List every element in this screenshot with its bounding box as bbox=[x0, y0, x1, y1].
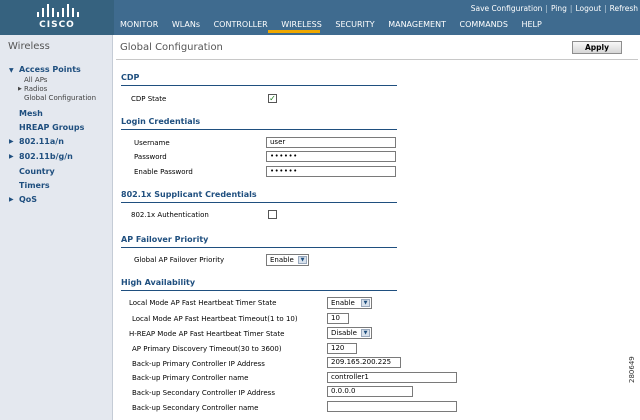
failover-priority-value: Enable bbox=[270, 256, 294, 264]
ping-link[interactable]: Ping bbox=[551, 4, 567, 13]
nav-controller[interactable]: CONTROLLER bbox=[214, 20, 268, 29]
section-high-availability: High Availability bbox=[121, 278, 196, 287]
hreap-timer-state-label: H-REAP Mode AP Fast Heartbeat Timer Stat… bbox=[129, 330, 285, 338]
local-mode-timeout-label: Local Mode AP Fast Heartbeat Timeout(1 t… bbox=[132, 315, 298, 323]
section-divider bbox=[121, 290, 397, 291]
hreap-timer-state-value: Disable bbox=[331, 329, 357, 337]
sidebar-item-hreap-groups[interactable]: HREAP Groups bbox=[19, 123, 84, 132]
collapsed-arrow-icon[interactable]: ▶ bbox=[9, 153, 14, 160]
figure-id-watermark: 280649 bbox=[628, 356, 636, 383]
sidebar-item-all-aps[interactable]: All APs bbox=[24, 76, 47, 84]
main-nav: MONITOR WLANs CONTROLLER WIRELESS SECURI… bbox=[120, 20, 553, 29]
sidebar-item-country[interactable]: Country bbox=[19, 167, 55, 176]
chevron-down-icon: ▼ bbox=[298, 256, 307, 264]
sidebar: Wireless ▼ Access Points All APs ▶ Radio… bbox=[0, 35, 113, 420]
primary-ip-label: Back-up Primary Controller IP Address bbox=[132, 360, 265, 368]
local-mode-timer-state-value: Enable bbox=[331, 299, 355, 307]
nav-management[interactable]: MANAGEMENT bbox=[388, 20, 446, 29]
primary-name-label: Back-up Primary Controller name bbox=[132, 374, 249, 382]
sidebar-item-radios[interactable]: Radios bbox=[24, 85, 47, 93]
8021x-authentication-label: 802.1x Authentication bbox=[131, 211, 209, 219]
primary-name-input[interactable]: controller1 bbox=[327, 372, 457, 383]
local-mode-timer-state-label: Local Mode AP Fast Heartbeat Timer State bbox=[129, 299, 277, 307]
nav-help[interactable]: HELP bbox=[521, 20, 541, 29]
cisco-logo: CISCO bbox=[0, 0, 114, 35]
refresh-link[interactable]: Refresh bbox=[610, 4, 638, 13]
sidebar-item-access-points[interactable]: Access Points bbox=[19, 65, 81, 74]
sidebar-item-80211bgn[interactable]: 802.11b/g/n bbox=[19, 152, 73, 161]
nav-commands[interactable]: COMMANDS bbox=[460, 20, 508, 29]
save-configuration-link[interactable]: Save Configuration bbox=[471, 4, 543, 13]
logo-text: CISCO bbox=[39, 20, 75, 30]
active-nav-underline bbox=[268, 30, 320, 33]
8021x-authentication-checkbox[interactable] bbox=[268, 210, 277, 219]
username-label: Username bbox=[134, 139, 170, 147]
collapsed-arrow-icon[interactable]: ▶ bbox=[18, 86, 22, 92]
top-links: Save Configuration | Ping | Logout | Refresh bbox=[470, 4, 638, 13]
secondary-name-input[interactable] bbox=[327, 401, 457, 412]
global-ap-failover-priority-label: Global AP Failover Priority bbox=[134, 256, 225, 264]
local-mode-timer-state-select[interactable]: Enable ▼ bbox=[327, 297, 372, 309]
top-header-bar: CISCO Save Configuration | Ping | Logout | Ref… bbox=[0, 0, 640, 35]
section-divider bbox=[121, 247, 397, 248]
sidebar-item-global-configuration[interactable]: Global Configuration bbox=[24, 94, 96, 102]
secondary-ip-label: Back-up Secondary Controller IP Address bbox=[132, 389, 275, 397]
password-label: Password bbox=[134, 153, 167, 161]
nav-monitor[interactable]: MONITOR bbox=[120, 20, 158, 29]
secondary-ip-input[interactable]: 0.0.0.0 bbox=[327, 386, 413, 397]
sidebar-item-mesh[interactable]: Mesh bbox=[19, 109, 43, 118]
section-cdp: CDP bbox=[121, 73, 140, 82]
password-input[interactable]: •••••• bbox=[266, 151, 396, 162]
collapsed-arrow-icon[interactable]: ▶ bbox=[9, 138, 14, 145]
nav-wireless[interactable]: WIRELESS bbox=[281, 20, 322, 29]
cdp-state-checkbox[interactable]: ✓ bbox=[268, 94, 277, 103]
section-divider bbox=[121, 202, 397, 203]
hreap-timer-state-select[interactable]: Disable ▼ bbox=[327, 327, 372, 339]
cdp-state-label: CDP State bbox=[131, 95, 167, 103]
discovery-timeout-input[interactable]: 120 bbox=[327, 343, 357, 354]
nav-wlans[interactable]: WLANs bbox=[172, 20, 200, 29]
title-divider bbox=[116, 59, 638, 60]
chevron-down-icon: ▼ bbox=[361, 329, 370, 337]
section-login-credentials: Login Credentials bbox=[121, 117, 201, 126]
section-ap-failover-priority: AP Failover Priority bbox=[121, 235, 209, 244]
secondary-name-label: Back-up Secondary Controller name bbox=[132, 404, 259, 412]
expanded-arrow-icon[interactable]: ▼ bbox=[9, 67, 14, 74]
section-8021x-supplicant: 802.1x Supplicant Credentials bbox=[121, 190, 257, 199]
sidebar-item-timers[interactable]: Timers bbox=[19, 181, 50, 190]
local-mode-timeout-input[interactable]: 10 bbox=[327, 313, 349, 324]
page-title: Global Configuration bbox=[120, 42, 223, 53]
chevron-down-icon: ▼ bbox=[361, 299, 370, 307]
collapsed-arrow-icon[interactable]: ▶ bbox=[9, 196, 14, 203]
section-divider bbox=[121, 129, 397, 130]
failover-priority-select[interactable]: Enable ▼ bbox=[266, 254, 309, 266]
username-input[interactable]: user bbox=[266, 137, 396, 148]
logout-link[interactable]: Logout bbox=[575, 4, 601, 13]
nav-security[interactable]: SECURITY bbox=[335, 20, 374, 29]
enable-password-input[interactable]: •••••• bbox=[266, 166, 396, 177]
primary-ip-input[interactable]: 209.165.200.225 bbox=[327, 357, 401, 368]
sidebar-item-80211an[interactable]: 802.11a/n bbox=[19, 137, 64, 146]
enable-password-label: Enable Password bbox=[134, 168, 193, 176]
sidebar-title: Wireless bbox=[8, 41, 50, 52]
sidebar-item-qos[interactable]: QoS bbox=[19, 195, 37, 204]
discovery-timeout-label: AP Primary Discovery Timeout(30 to 3600) bbox=[132, 345, 282, 353]
apply-button[interactable]: Apply bbox=[572, 41, 622, 54]
section-divider bbox=[121, 85, 397, 86]
